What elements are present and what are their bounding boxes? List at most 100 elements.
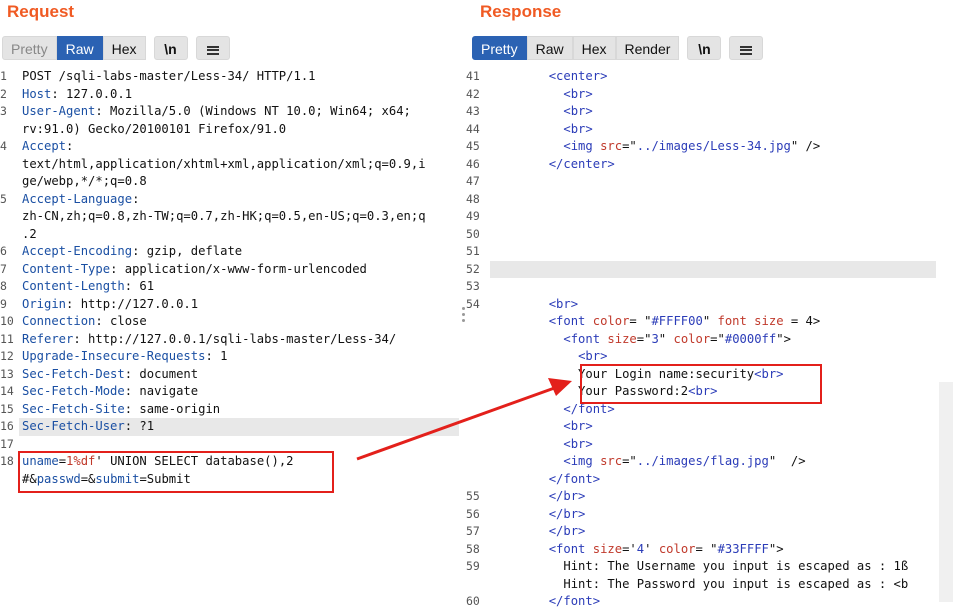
code-line: 54 <br> <box>466 296 955 314</box>
code-token: : http://127.0.0.1 <box>66 296 199 311</box>
drag-handle-icon[interactable] <box>462 307 465 323</box>
code-line: 56 </br> <box>466 506 955 524</box>
code-token: : 61 <box>124 279 155 293</box>
code-token: User-Agent <box>22 104 96 118</box>
line-text: User-Agent: Mozilla/5.0 (Windows NT 10.0… <box>22 103 411 121</box>
code-token: size <box>607 331 637 346</box>
code-token: <br> <box>563 436 593 451</box>
line-text: .2 <box>22 226 37 244</box>
code-token: : ?1 <box>124 419 155 433</box>
code-token: Content-Length <box>22 279 125 293</box>
line-text: <br> <box>490 121 592 139</box>
line-text: <br> <box>490 86 593 104</box>
response-pane: Response Pretty Raw Hex Render \n 41 <ce… <box>466 0 955 607</box>
line-number: 56 <box>466 506 480 521</box>
line-text: Referer: http://127.0.0.1/sqli-labs-mast… <box>22 331 396 349</box>
menu-button[interactable] <box>195 36 230 60</box>
code-line: 13 Sec-Fetch-Dest: document <box>0 366 461 384</box>
code-token: <font <box>548 541 593 556</box>
tab-pretty[interactable]: Pretty <box>472 36 527 60</box>
line-text: <img src="../images/flag.jpg" /> <box>490 453 806 471</box>
code-line: 41 <center> <box>466 68 955 86</box>
code-line: 10 Connection: close <box>0 313 461 331</box>
line-text: <font size='4' color= "#33FFFF"> <box>490 541 784 559</box>
code-line: 15 Sec-Fetch-Site: same-origin <box>0 401 461 419</box>
tab-render[interactable]: Render <box>615 36 680 60</box>
code-token: Upgrade-Insecure-Requests <box>22 349 206 363</box>
code-token: </font> <box>548 471 601 486</box>
line-text: Content-Type: application/x-www-form-url… <box>22 261 367 279</box>
line-number: 47 <box>466 174 480 188</box>
code-token: : Mozilla/5.0 (Windows NT 10.0; Win64; x… <box>95 104 411 118</box>
line-number: 43 <box>466 104 480 118</box>
code-token: =" <box>710 331 725 346</box>
code-token: : gzip, deflate <box>132 244 243 258</box>
code-token: <br> <box>563 419 593 433</box>
line-text: Hint: The Username you input is escaped … <box>490 558 908 576</box>
line-number: 14 <box>0 384 14 398</box>
code-token: ../images/Less-34.jpg <box>636 139 791 153</box>
line-number: 50 <box>466 226 480 241</box>
newline-toggle[interactable]: \n <box>153 36 188 60</box>
line-number: 59 <box>466 559 480 573</box>
code-line: 49 <box>466 208 955 226</box>
code-token: <br> <box>563 86 593 101</box>
code-line: 42 <br> <box>466 86 955 104</box>
line-text: Accept: <box>22 138 73 156</box>
line-number: 10 <box>0 314 14 328</box>
code-line: .2 <box>0 226 461 244</box>
code-line: 14 Sec-Fetch-Mode: navigate <box>0 383 461 401</box>
code-line: <font size="3" color="#0000ff"> <box>466 331 955 349</box>
line-number: 3 <box>0 104 7 118</box>
code-line: 9 Origin: http://127.0.0.1 <box>0 296 461 314</box>
response-scrollbar[interactable] <box>939 382 953 602</box>
line-number: 13 <box>0 366 14 381</box>
response-editor[interactable]: 41 <center> 42 <br> 43 <br> 44 <br> 45 <img … <box>466 68 955 607</box>
line-text: </font> <box>490 593 600 607</box>
code-token: <br> <box>578 349 608 363</box>
line-text: text/html,application/xhtml+xml,applicat… <box>22 156 426 174</box>
code-token: : close <box>95 314 147 328</box>
line-number: 6 <box>0 244 7 258</box>
tab-raw[interactable]: Raw <box>56 36 103 60</box>
code-token: size <box>592 541 623 556</box>
line-text: rv:91.0) Gecko/20100101 Firefox/91.0 <box>22 121 286 139</box>
tab-hex[interactable]: Hex <box>102 36 146 60</box>
line-number: 53 <box>466 279 480 293</box>
newline-toggle[interactable]: \n <box>687 36 722 60</box>
tab-hex[interactable]: Hex <box>572 36 616 60</box>
code-token: =" <box>636 331 652 346</box>
line-text: </br> <box>490 523 586 541</box>
line-text: <br> <box>490 103 592 121</box>
code-line: 48 <box>466 191 955 209</box>
code-token: "> <box>768 541 784 556</box>
code-token: <br> <box>548 296 579 311</box>
line-number: 41 <box>466 69 480 83</box>
tab-pretty[interactable]: Pretty <box>2 36 57 60</box>
response-toolbar: Pretty Raw Hex Render \n <box>472 36 764 60</box>
line-text: zh-CN,zh;q=0.8,zh-TW;q=0.7,zh-HK;q=0.5,e… <box>22 208 426 226</box>
code-token: " /> <box>768 454 806 468</box>
line-text: Accept-Encoding: gzip, deflate <box>22 243 242 261</box>
code-line: zh-CN,zh;q=0.8,zh-TW;q=0.7,zh-HK;q=0.5,e… <box>0 208 461 226</box>
tab-raw[interactable]: Raw <box>526 36 573 60</box>
line-number: 42 <box>466 86 480 101</box>
code-line: 51 <box>466 243 955 261</box>
code-line: 44 <br> <box>466 121 955 139</box>
line-text: Accept-Language: <box>22 191 139 209</box>
line-number: 55 <box>466 489 480 503</box>
menu-button[interactable] <box>729 36 764 60</box>
request-editor[interactable]: 1 POST /sqli-labs-master/Less-34/ HTTP/1.… <box>0 68 461 607</box>
hamburger-icon <box>206 45 219 55</box>
request-title: Request <box>7 2 75 21</box>
code-token: = 4> <box>783 314 821 328</box>
line-number: 54 <box>466 296 480 311</box>
